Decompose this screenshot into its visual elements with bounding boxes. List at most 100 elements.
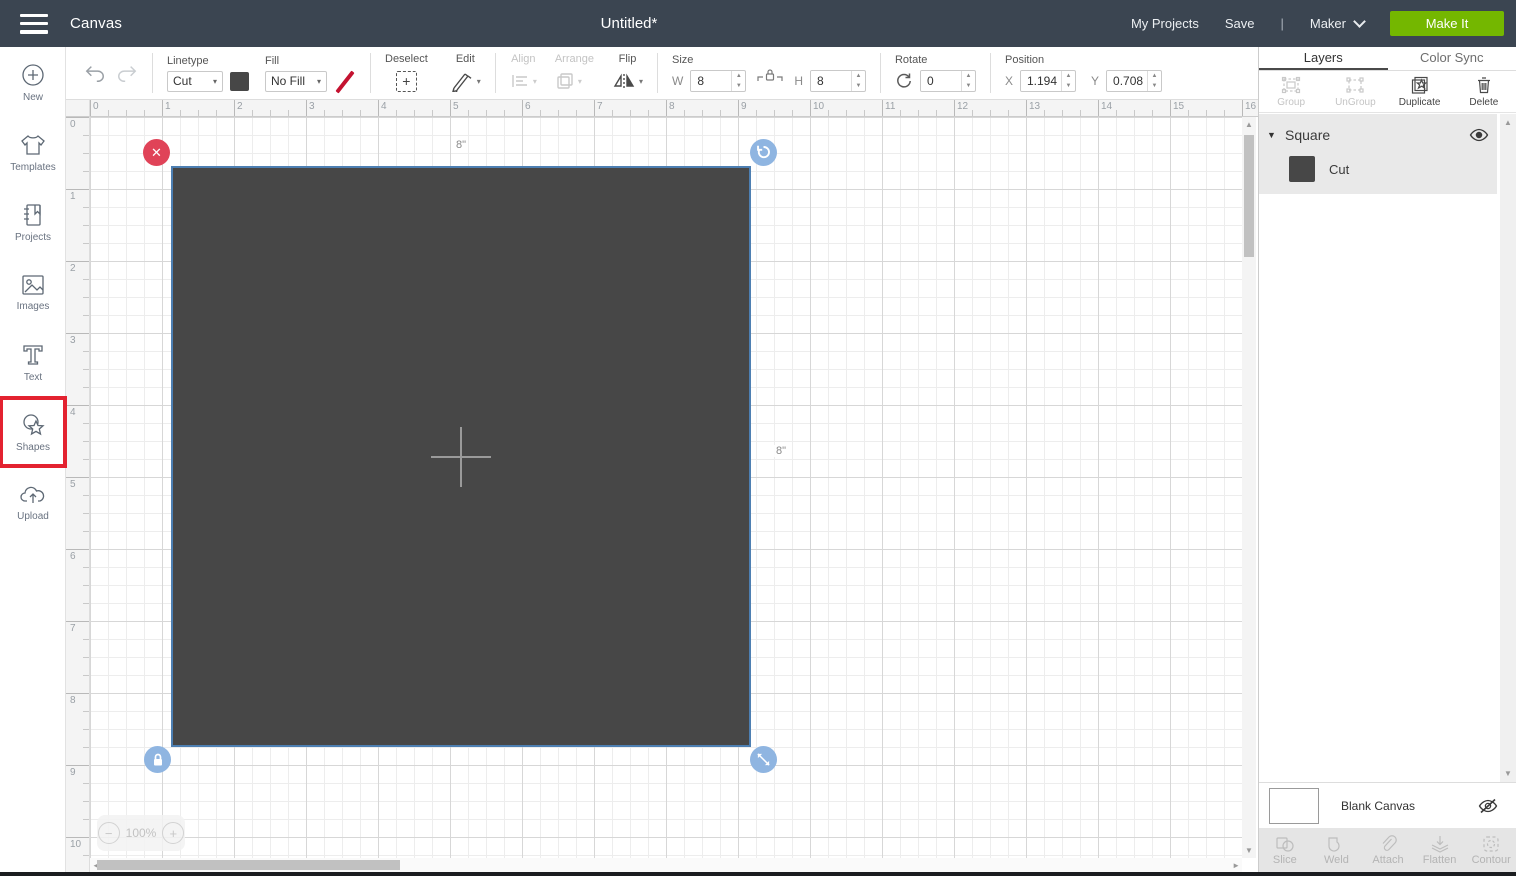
delete-button[interactable]: Delete [1452,75,1516,108]
ruler-number: 1 [70,191,76,202]
layer-name[interactable]: Square [1285,127,1469,143]
crosshair-icon [460,427,462,487]
edit-button[interactable]: ▾ [450,69,481,93]
save-link[interactable]: Save [1225,16,1255,31]
canvas-horizontal-scrollbar[interactable]: ◄ ► [90,858,1242,872]
layer-expander-icon[interactable]: ▼ [1267,130,1285,140]
tab-color-sync[interactable]: Color Sync [1388,47,1516,70]
ruler-number: 9 [741,101,747,112]
flip-label: Flip [612,53,643,65]
ruler-number: 6 [70,551,76,562]
stepper-up-icon[interactable]: ▲ [1062,71,1075,81]
linetype-dropdown[interactable]: Cut ▾ [167,71,223,92]
deselect-button[interactable]: + [385,69,428,93]
machine-selector[interactable]: Maker [1310,16,1364,31]
v-ruler: 012345678910 [66,117,90,872]
lock-icon [150,752,166,768]
zoom-in-button[interactable]: + [162,822,184,844]
linetype-label: Linetype [167,55,249,67]
contour-button: Contour [1465,835,1516,866]
deselect-label: Deselect [385,53,428,65]
scroll-down-icon[interactable]: ▼ [1245,846,1253,855]
my-projects-link[interactable]: My Projects [1131,16,1199,31]
ungroup-icon [1344,75,1366,95]
ruler-number: 0 [93,101,99,112]
position-y-field[interactable] [1107,71,1147,91]
sidebar-item-upload[interactable]: Upload [0,467,66,537]
panel-scrollbar[interactable]: ▲ ▼ [1500,114,1516,782]
document-title[interactable]: Untitled* [0,15,1258,32]
size-lock-icon[interactable] [757,67,783,83]
resize-handle[interactable] [750,746,777,773]
fill-dropdown[interactable]: No Fill ▾ [265,71,327,92]
stepper-down-icon[interactable]: ▼ [1062,81,1075,91]
ruler-number: 3 [309,101,315,112]
width-field[interactable] [691,71,731,91]
canvas-grid: 8" 8" ✕ − 100% + [90,117,1242,858]
ruler-number: 0 [70,119,76,130]
stepper-up-icon[interactable]: ▲ [1148,71,1161,81]
zoom-out-button[interactable]: − [98,822,120,844]
deselect-group: Deselect + [385,53,428,93]
make-it-button[interactable]: Make It [1390,11,1504,36]
height-field[interactable] [811,71,851,91]
layer-operation: Cut [1329,162,1349,177]
trash-icon [1474,75,1494,95]
sidebar-item-shapes[interactable]: Shapes [0,397,66,467]
scroll-down-icon[interactable]: ▼ [1504,769,1512,778]
rotate-icon[interactable] [895,72,913,90]
sidebar-item-templates[interactable]: Templates [0,117,66,187]
align-icon [510,72,530,90]
position-x-field[interactable] [1021,71,1061,91]
canvas-vertical-scrollbar[interactable]: ▲ ▼ [1242,117,1256,858]
linetype-color-swatch[interactable] [230,72,249,91]
stepper-up-icon[interactable]: ▲ [962,71,975,81]
layer-group-square[interactable]: ▼ Square Cut [1259,114,1497,194]
no-fill-pen-icon[interactable] [334,71,356,91]
eye-icon[interactable] [1469,128,1489,142]
redo-icon[interactable] [116,63,138,83]
flip-group: Flip ▾ [612,53,643,93]
dropdown-arrow-icon: ▾ [317,77,321,86]
rotate-handle[interactable] [750,139,777,166]
image-icon [20,273,46,297]
arrange-icon [555,71,575,91]
sidebar-item-text[interactable]: Text [0,327,66,397]
layer-row-cut[interactable]: Cut [1289,156,1489,182]
ruler-number: 10 [70,839,81,850]
rotate-field[interactable] [921,71,961,91]
text-icon [20,342,46,368]
sidebar-item-projects[interactable]: Projects [0,187,66,257]
stepper-down-icon[interactable]: ▼ [852,81,865,91]
selected-square-shape[interactable] [171,166,751,747]
v-scroll-thumb[interactable] [1244,135,1254,257]
delete-handle[interactable]: ✕ [143,139,170,166]
sidebar-item-new[interactable]: New [0,47,66,117]
plus-circle-icon [20,62,46,88]
h-scroll-thumb[interactable] [97,860,400,870]
stepper-down-icon[interactable]: ▼ [962,81,975,91]
duplicate-button[interactable]: Duplicate [1388,75,1452,108]
rotate-label: Rotate [895,54,976,66]
tab-layers[interactable]: Layers [1259,47,1388,70]
scroll-up-icon[interactable]: ▲ [1504,118,1512,127]
flip-button[interactable]: ▾ [612,69,643,93]
scroll-up-icon[interactable]: ▲ [1245,120,1253,129]
blank-canvas-row[interactable]: Blank Canvas [1259,782,1516,828]
eye-off-icon[interactable] [1477,798,1499,814]
stepper-up-icon[interactable]: ▲ [852,71,865,81]
stepper-up-icon[interactable]: ▲ [732,71,745,81]
ruler-number: 10 [813,101,824,112]
undo-icon[interactable] [84,63,106,83]
sidebar-item-images[interactable]: Images [0,257,66,327]
lock-handle[interactable] [144,746,171,773]
contour-icon [1481,835,1501,853]
scroll-right-icon[interactable]: ► [1232,861,1240,870]
width-input: ▲▼ [690,70,746,92]
sidebar-item-label: Upload [17,511,49,522]
ruler-number: 11 [885,101,895,112]
layer-tools-bar: Slice Weld Attach Flatten Contour [1259,828,1516,872]
stepper-down-icon[interactable]: ▼ [1148,81,1161,91]
stepper-down-icon[interactable]: ▼ [732,81,745,91]
slice-button: Slice [1259,835,1311,866]
